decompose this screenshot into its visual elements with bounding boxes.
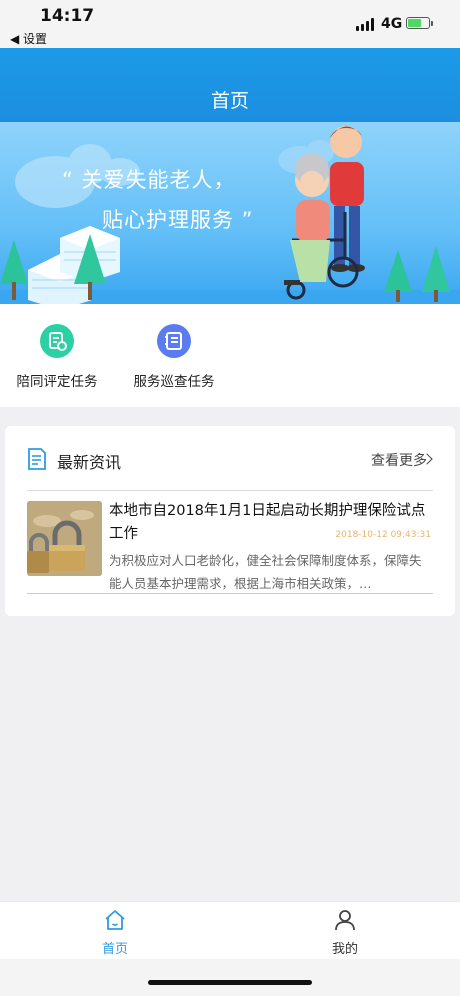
banner[interactable]: “ 关爱失能老人， 贴心护理服务 ” xyxy=(0,122,460,304)
tab-label: 我的 xyxy=(331,942,358,957)
tab-mine[interactable]: 我的 xyxy=(305,908,385,957)
news-item-summary: 为积极应对人口老龄化，健全社会保障制度体系，保障失能人员基本护理需求，根据上海市… xyxy=(109,553,422,591)
tab-home[interactable]: 首页 xyxy=(75,908,155,957)
quick-entry-accompany-assessment[interactable]: 陪同评定任务 xyxy=(2,324,112,390)
nav-bar: 首页 xyxy=(0,48,460,122)
view-more-link[interactable]: 查看更多 xyxy=(371,450,427,470)
signal-icon xyxy=(356,17,374,31)
quick-entries: 陪同评定任务 服务巡查任务 xyxy=(0,304,460,407)
inspection-list-icon xyxy=(157,324,191,358)
news-thumbnail xyxy=(27,501,102,576)
network-type: 4G xyxy=(381,16,403,32)
home-icon xyxy=(105,910,125,930)
banner-slogan-line1: “ 关爱失能老人， xyxy=(62,168,236,192)
user-icon xyxy=(335,910,355,931)
quick-entry-label: 服务巡查任务 xyxy=(133,374,215,390)
tab-label: 首页 xyxy=(101,942,128,957)
news-section-title: 最新资讯 xyxy=(57,453,122,472)
home-indicator[interactable] xyxy=(148,980,312,985)
news-doc-icon xyxy=(28,448,46,470)
page-title: 首页 xyxy=(210,90,249,112)
news-item-date: 2018-10-12 09:43:31 xyxy=(335,530,431,540)
tab-bar: 首页 我的 xyxy=(0,901,460,960)
quick-entry-label: 陪同评定任务 xyxy=(16,374,98,390)
status-time: 14:17 xyxy=(40,6,95,26)
back-to-settings-link[interactable]: ◀ 设置 xyxy=(10,30,47,47)
padlock-image xyxy=(27,501,102,576)
status-bar: 14:17 ◀ 设置 4G xyxy=(0,0,460,48)
quick-entry-service-inspection[interactable]: 服务巡查任务 xyxy=(119,324,229,390)
divider xyxy=(27,490,433,491)
divider xyxy=(27,593,433,594)
news-card: 最新资讯 查看更多 本地市自2018年1月1日起启动长期护理保险试点工作 201… xyxy=(5,426,455,616)
battery-tip xyxy=(431,21,433,26)
home-indicator-area xyxy=(0,959,460,996)
banner-slogan-line2: 贴心护理服务 ” xyxy=(102,208,254,232)
battery-icon xyxy=(406,17,430,29)
assessment-doc-icon xyxy=(40,324,74,358)
